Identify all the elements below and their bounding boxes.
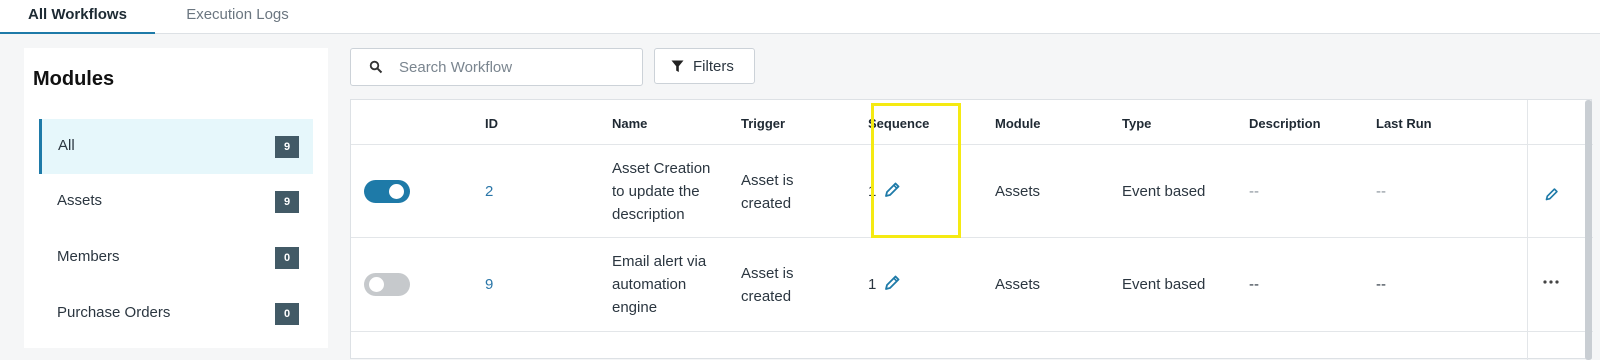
workflow-enabled-toggle[interactable] bbox=[364, 273, 410, 296]
type-value: Event based bbox=[1122, 183, 1206, 200]
sequence-highlight-box bbox=[871, 103, 961, 238]
workflow-trigger: Asset is created bbox=[741, 169, 794, 215]
trigger-line: Asset is bbox=[741, 265, 794, 282]
top-tab-bar: All Workflows Execution Logs bbox=[0, 0, 1600, 34]
column-header-module[interactable]: Module bbox=[995, 116, 1041, 131]
filter-icon bbox=[671, 60, 684, 72]
vertical-scrollbar[interactable] bbox=[1585, 100, 1592, 360]
search-input[interactable] bbox=[399, 57, 629, 77]
sidebar-item-purchase-orders[interactable]: Purchase Orders 0 bbox=[39, 286, 313, 341]
workflow-trigger: Asset is created bbox=[741, 262, 794, 308]
column-header-last-run[interactable]: Last Run bbox=[1376, 116, 1432, 131]
toggle-knob bbox=[389, 184, 404, 199]
edit-sequence-pencil-icon[interactable] bbox=[883, 274, 901, 292]
toggle-knob bbox=[369, 277, 384, 292]
modules-sidebar: Modules All 9 Assets 9 Members 0 Purchas… bbox=[24, 48, 328, 348]
column-divider bbox=[1527, 100, 1528, 360]
filters-button[interactable]: Filters bbox=[654, 48, 755, 84]
edit-workflow-pencil-icon[interactable] bbox=[1544, 187, 1559, 202]
sidebar-item-members[interactable]: Members 0 bbox=[39, 230, 313, 285]
row-divider bbox=[351, 144, 1593, 145]
trigger-line: created bbox=[741, 288, 792, 305]
name-line: engine bbox=[612, 299, 658, 316]
description-value: -- bbox=[1249, 183, 1259, 200]
workflow-id-link[interactable]: 2 bbox=[485, 180, 493, 203]
workflow-id-link[interactable]: 9 bbox=[485, 273, 493, 296]
trigger-line: created bbox=[741, 195, 792, 212]
row-divider bbox=[351, 237, 1593, 238]
type-value: Event based bbox=[1122, 276, 1206, 293]
sidebar-item-label: Purchase Orders bbox=[57, 304, 171, 321]
sidebar-item-label: Members bbox=[57, 248, 120, 265]
name-line: to update the bbox=[612, 183, 700, 200]
count-badge: 9 bbox=[275, 136, 299, 158]
tab-execution-logs[interactable]: Execution Logs bbox=[170, 0, 305, 34]
description-value: -- bbox=[1249, 276, 1259, 293]
sidebar-item-all[interactable]: All 9 bbox=[39, 119, 313, 174]
sidebar-item-assets[interactable]: Assets 9 bbox=[39, 174, 313, 229]
workflows-table: ID Name Trigger Sequence Module Type Des… bbox=[350, 99, 1593, 360]
count-badge: 0 bbox=[275, 247, 299, 269]
last-run-value: -- bbox=[1376, 276, 1386, 293]
sidebar-item-label: Assets bbox=[57, 192, 103, 209]
count-badge: 0 bbox=[275, 303, 299, 325]
sidebar-item-label: All bbox=[58, 137, 75, 154]
search-icon bbox=[369, 60, 383, 74]
filters-label: Filters bbox=[693, 58, 734, 75]
column-header-trigger[interactable]: Trigger bbox=[741, 116, 785, 131]
more-horizontal-icon[interactable] bbox=[1541, 279, 1561, 285]
column-header-id[interactable]: ID bbox=[485, 116, 498, 131]
column-header-name[interactable]: Name bbox=[612, 116, 647, 131]
column-header-description[interactable]: Description bbox=[1249, 116, 1321, 131]
count-badge: 9 bbox=[275, 191, 299, 213]
tab-all-workflows[interactable]: All Workflows bbox=[0, 0, 155, 34]
search-box[interactable] bbox=[350, 48, 643, 86]
workflow-name: Email alert via automation engine bbox=[612, 250, 706, 319]
name-line: automation bbox=[612, 276, 687, 293]
sequence-value: 1 bbox=[868, 276, 877, 293]
column-header-type[interactable]: Type bbox=[1122, 116, 1151, 131]
workflow-enabled-toggle[interactable] bbox=[364, 180, 410, 203]
last-run-value: -- bbox=[1376, 183, 1386, 200]
workflow-name: Asset Creation to update the description bbox=[612, 157, 710, 226]
name-line: description bbox=[612, 206, 685, 223]
name-line: Asset Creation bbox=[612, 160, 711, 177]
row-divider bbox=[351, 331, 1593, 332]
sidebar-title: Modules bbox=[33, 68, 115, 90]
name-line: Email alert via bbox=[612, 253, 707, 270]
module-value: Assets bbox=[995, 276, 1041, 293]
trigger-line: Asset is bbox=[741, 172, 794, 189]
module-value: Assets bbox=[995, 183, 1041, 200]
